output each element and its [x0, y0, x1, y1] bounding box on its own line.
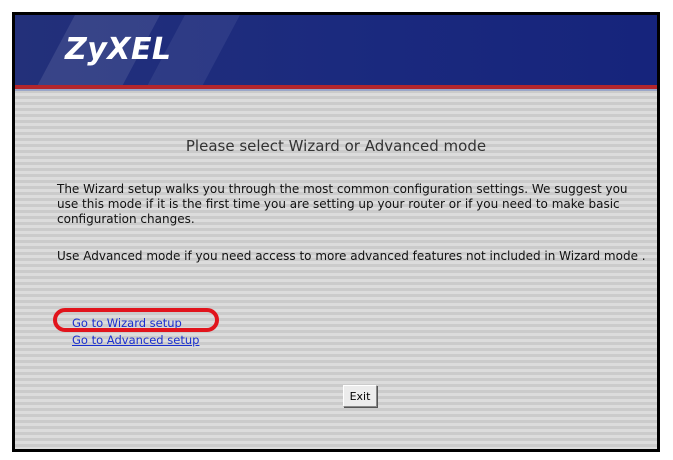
header-bar: ZyXEL — [15, 15, 657, 85]
advanced-setup-link[interactable]: Go to Advanced setup — [72, 332, 199, 349]
advanced-description: Use Advanced mode if you need access to … — [57, 249, 646, 263]
page-title: Please select Wizard or Advanced mode — [185, 137, 487, 155]
exit-button[interactable]: Exit — [343, 385, 377, 407]
window-frame: ZyXEL Please select Wizard or Advanced m… — [12, 12, 660, 452]
red-highlight-circle — [53, 308, 219, 332]
setup-mode-panel: ZyXEL Please select Wizard or Advanced m… — [15, 15, 657, 449]
header-blue-rule — [15, 89, 657, 91]
wizard-description: The Wizard setup walks you through the m… — [57, 182, 628, 226]
zyxel-logo: ZyXEL — [65, 32, 172, 67]
